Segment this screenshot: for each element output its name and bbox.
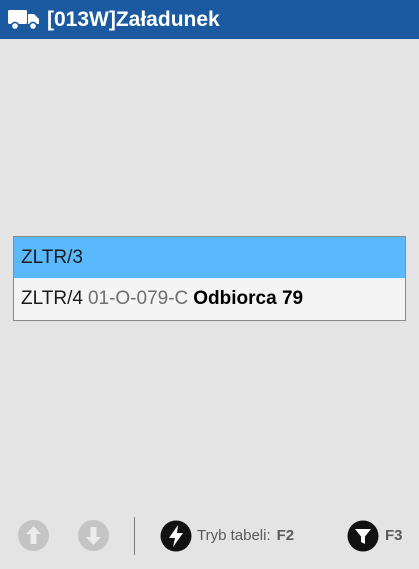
title-bar: [013W]Załadunek [0, 0, 419, 39]
toolbar-divider [134, 517, 135, 555]
bottom-toolbar: Tryb tabeli: F2 F3 [0, 511, 419, 561]
list-item-client: Odbiorca 79 [193, 287, 304, 309]
table-mode-key: F2 [276, 527, 295, 544]
arrow-down-icon[interactable] [77, 519, 110, 552]
filter-key: F3 [385, 527, 403, 544]
document-list[interactable]: ZLTR/3 ZLTR/4 01-O-079-C Odbiorca 79 [13, 236, 406, 321]
list-item-location: 01-O-079-C [87, 287, 189, 309]
filter-icon [347, 520, 379, 551]
truck-icon [8, 10, 39, 31]
list-item[interactable]: ZLTR/4 01-O-079-C Odbiorca 79 [14, 278, 405, 319]
list-item-code: ZLTR/3 [21, 246, 83, 268]
filter-button[interactable]: F3 [347, 519, 403, 552]
window-title: [013W]Załadunek [47, 8, 220, 31]
list-item[interactable]: ZLTR/3 [14, 237, 405, 278]
arrow-up-icon[interactable] [17, 519, 50, 552]
list-item-code: ZLTR/4 [21, 287, 83, 309]
table-mode-label: Tryb tabeli: [197, 527, 271, 544]
lightning-icon [160, 520, 192, 551]
table-mode-button[interactable]: Tryb tabeli: F2 [160, 519, 294, 552]
